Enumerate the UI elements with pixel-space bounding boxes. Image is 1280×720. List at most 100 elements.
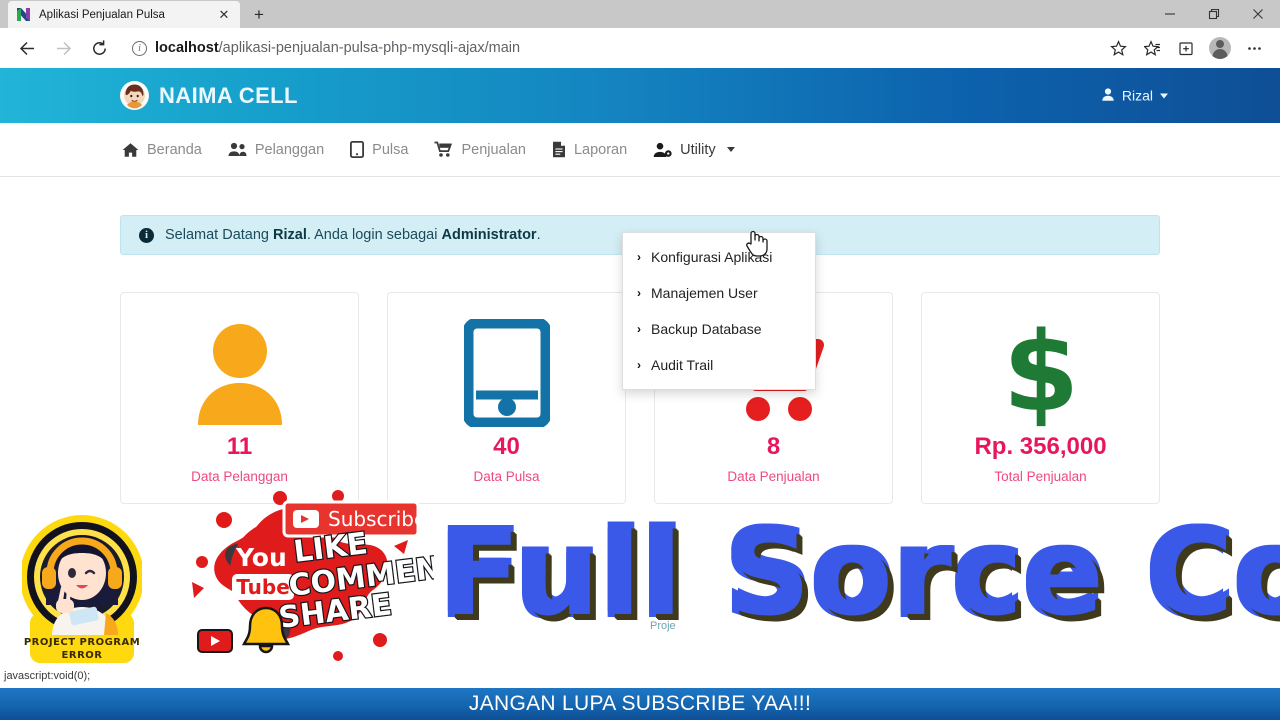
- chevron-down-icon: [1160, 93, 1168, 98]
- channel-logo-overlay: PROJECT PROGRAM ERROR: [20, 505, 144, 670]
- welcome-alert-text: Selamat Datang Rizal. Anda login sebagai…: [165, 227, 541, 243]
- close-window-button[interactable]: [1236, 0, 1280, 28]
- brand-name: NAIMA CELL: [159, 82, 298, 108]
- alert-suffix: .: [536, 227, 541, 243]
- tablet-icon: [350, 141, 365, 158]
- nav-item-penjualan[interactable]: Penjualan: [434, 141, 526, 158]
- nav-item-label: Pulsa: [372, 141, 409, 158]
- nav-item-label: Beranda: [147, 141, 202, 158]
- dropdown-item-label: Backup Database: [651, 321, 762, 337]
- close-icon[interactable]: ✕: [216, 7, 232, 23]
- person-icon: [192, 319, 288, 427]
- user-gear-icon: [653, 142, 672, 158]
- app-nav: Beranda Pelanggan Pulsa Penjualan Lapora…: [0, 123, 1280, 177]
- new-tab-button[interactable]: +: [242, 1, 276, 28]
- address-bar[interactable]: i localhost/aplikasi-penjualan-pulsa-php…: [124, 33, 1094, 63]
- dollar-icon: $: [1003, 318, 1079, 428]
- svg-text:$: $: [1003, 318, 1079, 428]
- report-icon: [552, 141, 566, 158]
- url-path: /aplikasi-penjualan-pulsa-php-mysqli-aja…: [218, 40, 521, 56]
- alert-prefix: Selamat Datang: [165, 227, 274, 243]
- screen: Aplikasi Penjualan Pulsa ✕ + i localhost…: [0, 0, 1280, 720]
- full-source-code-overlay: Full Sorce Code: [440, 498, 1280, 648]
- browser-toolbar: i localhost/aplikasi-penjualan-pulsa-php…: [0, 28, 1280, 68]
- browser-tab-title: Aplikasi Penjualan Pulsa: [39, 8, 165, 21]
- favorite-star-icon[interactable]: [1102, 32, 1134, 64]
- nav-item-pulsa[interactable]: Pulsa: [350, 141, 408, 158]
- app-header: NAIMA CELL Rizal: [0, 68, 1280, 123]
- nav-item-label: Laporan: [573, 141, 628, 158]
- cart-icon: [434, 141, 453, 158]
- youtube-you-label: You: [235, 543, 287, 572]
- chevron-down-icon: [726, 147, 735, 152]
- stat-card-label: Data Penjualan: [727, 468, 820, 484]
- nav-item-beranda[interactable]: Beranda: [122, 142, 202, 158]
- stat-card-label: Data Pulsa: [473, 468, 540, 484]
- alert-role: Administrator: [441, 227, 537, 243]
- window-controls: [1148, 0, 1280, 28]
- alert-middle: . Anda login sebagai: [306, 227, 442, 243]
- dropdown-item-konfigurasi-aplikasi[interactable]: › Konfigurasi Aplikasi: [623, 239, 815, 275]
- stat-card-label: Data Pelanggan: [191, 468, 288, 484]
- subscribe-banner-text: JANGAN LUPA SUBSCRIBE YAA!!!: [468, 692, 812, 715]
- users-icon: [228, 142, 247, 157]
- nav-item-utility[interactable]: Utility: [653, 141, 735, 158]
- info-icon: i: [139, 227, 154, 243]
- forward-arrow-icon: [46, 31, 80, 65]
- chevron-right-icon: ›: [637, 358, 641, 372]
- user-name: Rizal: [1121, 87, 1153, 104]
- stat-card-pelanggan[interactable]: 11 Data Pelanggan: [120, 292, 359, 504]
- nav-item-label: Pelanggan: [254, 141, 325, 158]
- reload-icon[interactable]: [82, 31, 116, 65]
- stat-card-pulsa[interactable]: 40 Data Pulsa: [387, 292, 626, 504]
- stat-card-total[interactable]: $ Rp. 356,000 Total Penjualan: [921, 292, 1160, 504]
- restore-button[interactable]: [1192, 0, 1236, 28]
- stat-card-value: Rp. 356,000: [974, 432, 1107, 460]
- brand[interactable]: NAIMA CELL: [120, 81, 298, 110]
- nav-item-laporan[interactable]: Laporan: [552, 141, 627, 158]
- stat-card-value: 40: [493, 432, 520, 460]
- stat-card-value: 8: [766, 432, 781, 460]
- full-source-code-text: Full Sorce Code: [440, 504, 1280, 642]
- profile-avatar[interactable]: [1204, 32, 1236, 64]
- subscribe-graphic-overlay: Subscribe You Tube LIKE COMMENT SHARE: [162, 490, 465, 670]
- channel-logo-line2: ERROR: [62, 650, 103, 661]
- user-menu[interactable]: Rizal: [1101, 87, 1168, 104]
- nav-item-pelanggan[interactable]: Pelanggan: [228, 142, 324, 158]
- favorites-bar-icon[interactable]: [1136, 32, 1168, 64]
- user-icon: [1101, 87, 1115, 104]
- dropdown-item-label: Manajemen User: [651, 285, 758, 301]
- info-icon[interactable]: i: [132, 40, 147, 56]
- netbeans-n-icon: [16, 7, 31, 22]
- youtube-tube-label: Tube: [236, 575, 290, 599]
- naima-cell-logo: [120, 81, 149, 110]
- dropdown-item-manajemen-user[interactable]: › Manajemen User: [623, 275, 815, 311]
- settings-more-icon[interactable]: [1238, 32, 1270, 64]
- minimize-button[interactable]: [1148, 0, 1192, 28]
- nav-item-label: Utility: [680, 141, 716, 158]
- dropdown-item-label: Audit Trail: [651, 357, 714, 373]
- browser-status-bar: javascript:void(0);: [4, 670, 91, 682]
- alert-user: Rizal: [273, 227, 307, 243]
- back-arrow-icon[interactable]: [10, 31, 44, 65]
- stat-card-label: Total Penjualan: [994, 468, 1087, 484]
- nav-item-label: Penjualan: [461, 141, 526, 158]
- chevron-right-icon: ›: [637, 250, 641, 264]
- chevron-right-icon: ›: [637, 286, 641, 300]
- mouse-cursor-hand-icon: [744, 228, 768, 263]
- chevron-right-icon: ›: [637, 322, 641, 336]
- url-host: localhost: [155, 40, 219, 56]
- address-bar-url: localhost/aplikasi-penjualan-pulsa-php-m…: [155, 40, 520, 56]
- channel-logo-line1: PROJECT PROGRAM: [24, 637, 140, 648]
- nav-list: Beranda Pelanggan Pulsa Penjualan Lapora…: [122, 141, 735, 158]
- stat-card-value: 11: [226, 432, 253, 460]
- subscribe-banner: JANGAN LUPA SUBSCRIBE YAA!!!: [0, 688, 1280, 720]
- collections-icon[interactable]: [1170, 32, 1202, 64]
- tablet-icon: [463, 318, 550, 427]
- browser-tab[interactable]: Aplikasi Penjualan Pulsa ✕: [8, 1, 240, 28]
- home-icon: [122, 142, 139, 158]
- browser-tab-strip: Aplikasi Penjualan Pulsa ✕ +: [0, 0, 1280, 28]
- utility-dropdown-menu: › Konfigurasi Aplikasi › Manajemen User …: [622, 232, 816, 390]
- dropdown-item-audit-trail[interactable]: › Audit Trail: [623, 347, 815, 383]
- dropdown-item-backup-database[interactable]: › Backup Database: [623, 311, 815, 347]
